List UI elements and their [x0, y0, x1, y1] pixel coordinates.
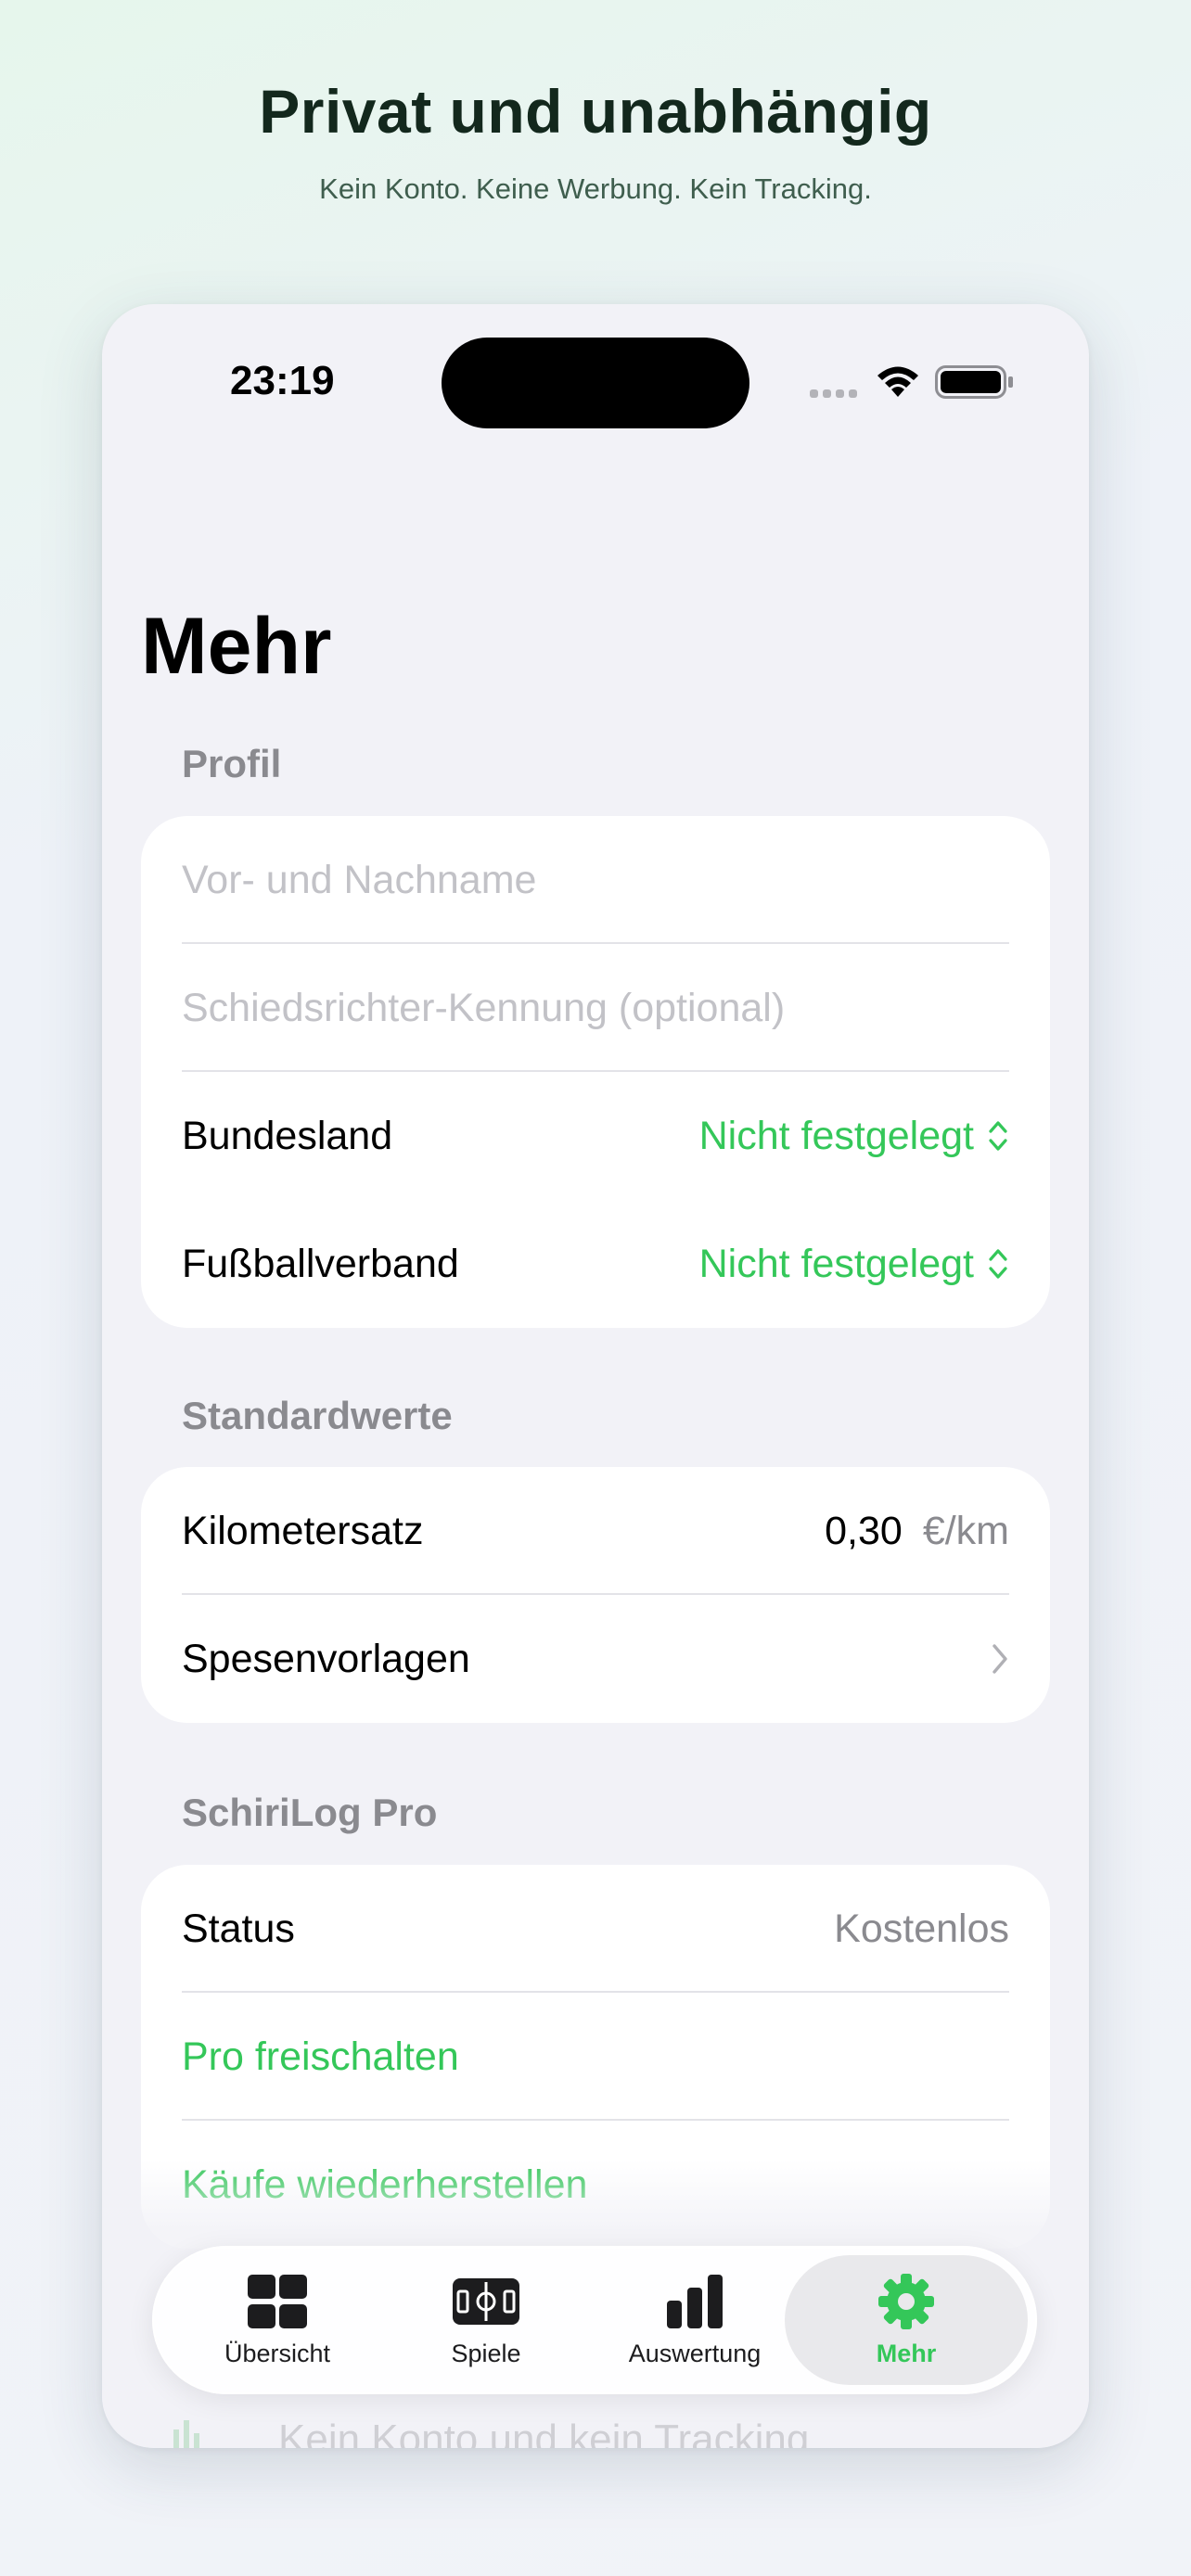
section-header-pro: SchiriLog Pro	[182, 1791, 438, 1834]
section-header-defaults: Standardwerte	[182, 1394, 453, 1437]
name-field[interactable]: Vor- und Nachname	[141, 816, 1050, 944]
dynamic-island	[442, 338, 749, 428]
defaults-card: Kilometersatz 0,30 €/km Spesenvorlagen	[141, 1467, 1050, 1723]
pro-status-value-wrap: Kostenlos	[834, 1865, 1009, 1993]
bar-chart-icon	[667, 2274, 723, 2328]
mileage-input[interactable]: 0,30 €/km	[825, 1467, 1009, 1595]
state-label: Bundesland	[182, 1114, 393, 1158]
unlock-pro-button[interactable]: Pro freischalten	[141, 1993, 1050, 2121]
page-title: Mehr	[141, 602, 332, 691]
referee-id-placeholder: Schiedsrichter-Kennung (optional)	[182, 986, 786, 1030]
association-label: Fußballverband	[182, 1242, 459, 1286]
association-value: Nicht festgelegt	[698, 1241, 974, 1286]
gear-icon	[878, 2273, 934, 2329]
tab-overview-label: Übersicht	[224, 2339, 331, 2367]
pro-status-value: Kostenlos	[834, 1906, 1009, 1951]
referee-id-field[interactable]: Schiedsrichter-Kennung (optional)	[141, 944, 1050, 1072]
tab-more[interactable]: Mehr	[785, 2255, 1028, 2385]
tab-overview[interactable]: Übersicht	[174, 2246, 380, 2394]
status-time: 23:19	[230, 358, 335, 403]
tab-games[interactable]: Spiele	[383, 2246, 589, 2394]
pro-status-row: Status Kostenlos	[141, 1865, 1050, 1993]
chevron-up-down-icon	[989, 1249, 1007, 1279]
expense-templates-label: Spesenvorlagen	[182, 1637, 470, 1681]
association-picker[interactable]: Nicht festgelegt	[699, 1200, 1009, 1328]
section-header-profile: Profil	[182, 742, 282, 785]
unlock-pro-label: Pro freischalten	[182, 2034, 459, 2079]
pro-status-label: Status	[182, 1906, 295, 1951]
tab-bar: Übersicht Spiele Auswertung Mehr	[152, 2246, 1037, 2394]
expense-templates-row[interactable]: Spesenvorlagen	[141, 1595, 1050, 1723]
state-picker[interactable]: Nicht festgelegt	[699, 1072, 1009, 1200]
phone-screen: 23:19 Mehr Profil Vor- und Nachname Schi…	[102, 304, 1089, 2448]
pitch-icon	[453, 2277, 519, 2325]
cellular-signal-icon	[810, 389, 857, 398]
name-field-placeholder: Vor- und Nachname	[182, 858, 537, 902]
state-picker-row[interactable]: Bundesland Nicht festgelegt	[141, 1072, 1050, 1200]
expense-templates-disclosure	[991, 1595, 1009, 1723]
chevron-up-down-icon	[989, 1121, 1007, 1151]
association-picker-row[interactable]: Fußballverband Nicht festgelegt	[141, 1200, 1050, 1328]
tab-statistics-label: Auswertung	[628, 2339, 762, 2367]
promo-subtitle: Kein Konto. Keine Werbung. Kein Tracking…	[319, 172, 872, 205]
state-value: Nicht festgelegt	[698, 1113, 974, 1158]
profile-card: Vor- und Nachname Schiedsrichter-Kennung…	[141, 816, 1050, 1328]
wifi-icon	[877, 366, 918, 397]
faded-list-item: Kein Konto und kein Tracking	[278, 2417, 810, 2448]
grid-icon	[248, 2274, 307, 2328]
chevron-right-icon	[992, 1644, 1007, 1674]
battery-icon	[935, 365, 1013, 399]
mileage-rate-row[interactable]: Kilometersatz 0,30 €/km	[141, 1467, 1050, 1595]
tab-more-label: Mehr	[876, 2339, 937, 2367]
tab-games-label: Spiele	[451, 2339, 521, 2367]
promo-title: Privat und unabhängig	[259, 77, 932, 146]
bar-chart-icon	[173, 2420, 199, 2448]
tab-statistics[interactable]: Auswertung	[592, 2246, 798, 2394]
mileage-unit: €/km	[922, 1508, 1009, 1553]
mileage-label: Kilometersatz	[182, 1509, 424, 1553]
mileage-value: 0,30	[825, 1508, 903, 1553]
